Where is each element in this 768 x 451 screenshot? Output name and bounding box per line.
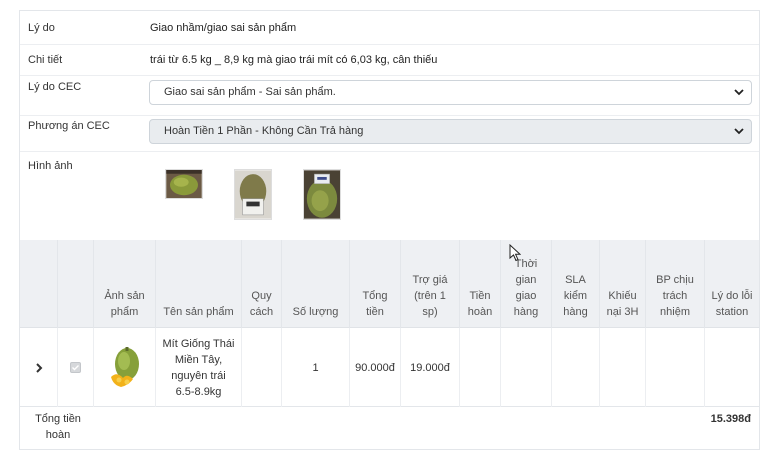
images-label: Hình ảnh: [28, 160, 73, 172]
col-complaint-header: Khiếu nại 3H: [600, 240, 646, 328]
col-station-error-header: Lý do lỗi station: [711, 290, 753, 318]
jackfruit-product-image[interactable]: [105, 346, 145, 389]
table-row: Mít Giống Thái Miền Tây, nguyên trái 6.5…: [20, 328, 759, 407]
detail-label: Chi tiết: [28, 54, 63, 66]
detail-row: Chi tiết trái từ 6.5 kg _ 8,9 kg mà giao…: [20, 45, 759, 76]
col-refund-header: Tiền hoàn: [460, 240, 501, 328]
row-checkbox[interactable]: [70, 362, 81, 373]
reason-label: Lý do: [28, 22, 55, 34]
table-header: Ảnh sản phẩm Tên sản phẩm Quy cách Số lư…: [20, 240, 759, 328]
cec-plan-selected: Hoàn Tiền 1 Phần - Không Cần Trả hàng: [164, 125, 364, 137]
chevron-down-icon: [734, 128, 744, 135]
product-name: Mít Giống Thái Miền Tây, nguyên trái 6.5…: [156, 328, 242, 407]
row-checkbox-cell: [58, 328, 94, 407]
total-refund-row: Tổng tiền hoàn 15.398đ: [20, 407, 759, 451]
expand-row-button[interactable]: [20, 328, 58, 407]
cec-reason-row: Lý do CEC Giao sai sản phẩm - Sai sản ph…: [20, 76, 759, 116]
col-dept-header: BP chịu trách nhiệm: [646, 240, 705, 328]
product-dept: [646, 328, 705, 407]
col-image-header: Ảnh sản phẩm: [94, 240, 156, 328]
col-spec-header: Quy cách: [242, 240, 282, 328]
cec-plan-label: Phương án CEC: [28, 120, 110, 132]
col-name-header: Tên sản phẩm: [156, 240, 242, 328]
cec-reason-selected: Giao sai sản phẩm - Sai sản phẩm.: [164, 86, 336, 98]
reason-row: Lý do Giao nhầm/giao sai sản phẩm: [20, 11, 759, 45]
total-refund-value: 15.398đ: [710, 413, 751, 425]
col-total-header: Tổng tiền: [350, 240, 401, 328]
chevron-right-icon: [35, 362, 42, 373]
cec-plan-row: Phương án CEC Hoàn Tiền 1 Phần - Không C…: [20, 116, 759, 152]
product-complaint: [600, 328, 646, 407]
chevron-down-icon: [734, 89, 744, 96]
col-qty-header: Số lượng: [282, 240, 350, 328]
reason-value: Giao nhầm/giao sai sản phẩm: [150, 22, 297, 34]
product-qty: 1: [282, 328, 350, 407]
images-row: Hình ảnh: [20, 152, 759, 240]
product-sla: [552, 328, 600, 407]
product-subsidy: 19.000đ: [401, 328, 460, 407]
scale-photo-thumbnail[interactable]: [303, 169, 341, 220]
col-subsidy-header: Trợ giá (trên 1 sp): [401, 240, 460, 328]
product-photo-thumbnail[interactable]: [165, 169, 203, 199]
product-spec: [242, 328, 282, 407]
cec-reason-select[interactable]: Giao sai sản phẩm - Sai sản phẩm.: [149, 80, 752, 105]
col-sla-header: SLA kiểm hàng: [552, 240, 600, 328]
product-image-cell: [94, 328, 156, 407]
product-total: 90.000đ: [350, 328, 401, 407]
col-checkbox: [58, 240, 94, 328]
cec-reason-label: Lý do CEC: [28, 81, 82, 93]
detail-value: trái từ 6.5 kg _ 8,9 kg mà giao trái mít…: [150, 54, 438, 66]
cec-plan-select[interactable]: Hoàn Tiền 1 Phần - Không Cần Trả hàng: [149, 119, 752, 144]
mouse-pointer-icon: [509, 244, 521, 262]
scale-photo-thumbnail[interactable]: [234, 169, 272, 220]
col-expand: [20, 240, 58, 328]
product-station-error: [705, 328, 759, 407]
total-refund-label: Tổng tiền hoàn: [35, 413, 81, 441]
product-refund: [460, 328, 501, 407]
complaint-detail-panel: Lý do Giao nhầm/giao sai sản phẩm Chi ti…: [19, 10, 760, 450]
product-delivery-time: [501, 328, 552, 407]
